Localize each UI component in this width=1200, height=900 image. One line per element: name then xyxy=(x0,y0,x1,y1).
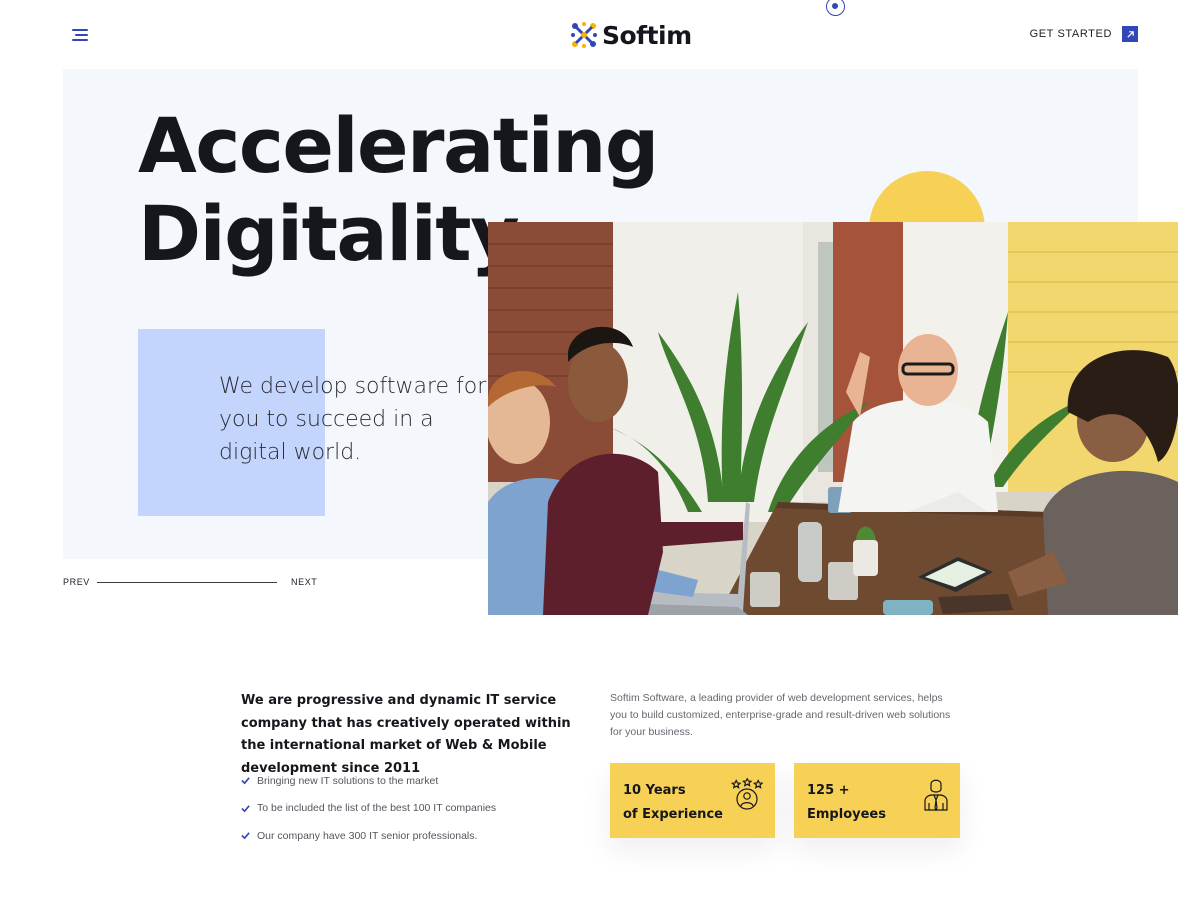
checklist-item: Bringing new IT solutions to the market xyxy=(241,767,496,795)
floating-dot-icon xyxy=(826,0,845,16)
hero-team-photo xyxy=(488,222,1178,615)
experience-stat-card: 10 Years of Experience xyxy=(610,763,775,838)
check-icon xyxy=(241,777,250,785)
employee-icon xyxy=(924,779,948,811)
logo-icon xyxy=(571,22,597,48)
get-started-button[interactable]: GET STARTED xyxy=(1030,26,1138,42)
checklist-item-label: To be included the list of the best 100 … xyxy=(257,802,497,815)
stat-label: Employees xyxy=(807,807,886,822)
arrow-up-right-icon xyxy=(1122,26,1138,42)
check-icon xyxy=(241,805,250,813)
hero-subtitle: We develop software for you to succeed i… xyxy=(219,374,487,465)
slider-progress-line xyxy=(97,582,277,583)
get-started-label: GET STARTED xyxy=(1029,28,1112,40)
checklist-item: To be included the list of the best 100 … xyxy=(241,795,496,823)
menu-icon[interactable] xyxy=(70,28,88,42)
menu-line xyxy=(75,34,88,36)
logo-text: Softim xyxy=(602,20,692,50)
next-button[interactable]: NEXT xyxy=(291,577,317,587)
stat-label: of Experience xyxy=(623,807,723,822)
hero-title-line: Accelerating xyxy=(138,101,659,190)
site-logo[interactable]: Softim xyxy=(570,19,692,51)
stat-value: 10 Years xyxy=(623,783,686,798)
stat-value: 125 + xyxy=(807,783,850,798)
about-description: Softim Software, a leading provider of w… xyxy=(610,692,951,738)
checklist-item-label: Bringing new IT solutions to the market xyxy=(257,774,439,787)
prev-button[interactable]: PREV xyxy=(63,577,90,587)
award-icon xyxy=(731,777,763,810)
checklist-item-label: Our company have 300 IT senior professio… xyxy=(257,829,478,842)
menu-line xyxy=(72,39,88,41)
feature-checklist: Bringing new IT solutions to the market … xyxy=(241,767,496,850)
employees-stat-card: 125 + Employees xyxy=(794,763,960,838)
check-icon xyxy=(241,832,250,840)
menu-line xyxy=(72,29,88,31)
slider-navigation: PREV NEXT xyxy=(63,577,323,589)
checklist-item: Our company have 300 IT senior professio… xyxy=(241,822,496,850)
